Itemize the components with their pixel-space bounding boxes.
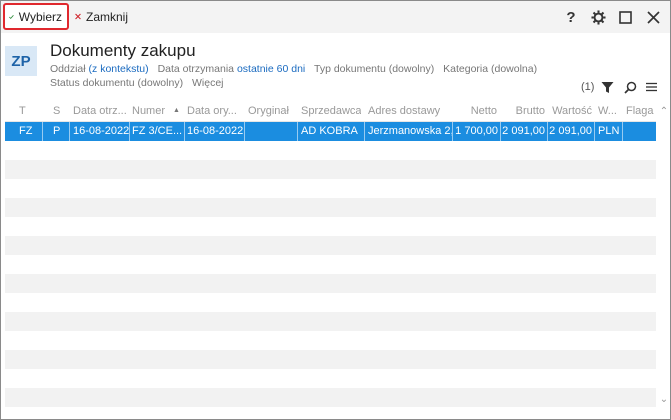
filter-receipt-date-value[interactable]: ostatnie 60 dni — [237, 63, 305, 75]
cell-value: 2 091,00 — [549, 125, 592, 137]
cell-gross: 2 091,00 — [502, 125, 545, 137]
cell-type: FZ — [19, 125, 33, 137]
sort-ascending-icon: ▲ — [173, 107, 180, 114]
menu-icon[interactable] — [646, 79, 657, 95]
gear-icon[interactable] — [588, 7, 608, 27]
filters-line-1: Oddział (z kontekstu) Data otrzymania os… — [50, 63, 537, 75]
column-header-status[interactable]: S — [53, 105, 65, 117]
close-icon[interactable] — [643, 7, 663, 27]
column-header-flag[interactable]: Flaga — [626, 105, 656, 117]
column-header-type[interactable]: T — [19, 105, 31, 117]
filter-category[interactable]: Kategoria (dowolna) — [443, 63, 537, 75]
search-icon[interactable] — [624, 79, 637, 95]
filter-icon[interactable] — [601, 79, 614, 95]
column-header-gross[interactable]: Brutto — [505, 105, 545, 117]
toolbar: Wybierz Zamknij ? — [1, 1, 670, 33]
scroll-up-arrow[interactable]: ⌃ — [658, 105, 670, 117]
column-header-seller[interactable]: Sprzedawca — [301, 105, 361, 117]
filter-branch-label: Oddział — [50, 63, 86, 75]
column-header-original-date[interactable]: Data ory... — [187, 105, 243, 117]
document-picker-window: Wybierz Zamknij ? ZP Dokumenty zakupu Od… — [0, 0, 671, 420]
select-button[interactable]: Wybierz — [3, 3, 69, 30]
column-header-number[interactable]: Numer — [132, 105, 172, 117]
cell-seller: AD KOBRA — [301, 125, 358, 137]
filter-document-type[interactable]: Typ dokumentu (dowolny) — [314, 63, 434, 75]
filter-document-status[interactable]: Status dokumentu (dowolny) — [50, 77, 183, 89]
cell-currency: PLN — [598, 125, 620, 137]
empty-rows — [5, 141, 656, 407]
column-header-receipt-date[interactable]: Data otrz... — [73, 105, 129, 117]
column-header-original[interactable]: Oryginał — [248, 105, 296, 117]
maximize-icon[interactable] — [615, 7, 635, 27]
cell-status: P — [53, 125, 61, 137]
cross-icon — [75, 13, 81, 20]
help-icon[interactable]: ? — [561, 7, 581, 27]
table-row[interactable]: FZ P 16-08-2022 FZ 3/CE... 16-08-2022 AD… — [5, 122, 656, 141]
select-button-label: Wybierz — [18, 9, 62, 24]
column-header-net[interactable]: Netto — [457, 105, 497, 117]
filter-branch-value[interactable]: (z kontekstu) — [89, 63, 149, 75]
filter-count: (1) — [581, 81, 595, 93]
table-header: T S Data otrz... Numer ▲ Data ory... Ory… — [5, 103, 656, 122]
column-header-currency[interactable]: W... — [598, 105, 620, 117]
cell-net: 1 700,00 — [455, 125, 498, 137]
column-header-value[interactable]: Wartość — [548, 105, 592, 117]
filters-line-2: Status dokumentu (dowolny) Więcej — [50, 77, 224, 89]
scroll-down-arrow[interactable]: ⌄ — [658, 393, 670, 405]
close-button-label: Zamknij — [85, 9, 128, 24]
check-icon — [9, 14, 14, 19]
documents-table: T S Data otrz... Numer ▲ Data ory... Ory… — [5, 103, 656, 407]
filter-more[interactable]: Więcej — [192, 77, 224, 89]
cell-original-date: 16-08-2022 — [187, 125, 243, 137]
cell-receipt-date: 16-08-2022 — [73, 125, 129, 137]
close-button[interactable]: Zamknij — [71, 3, 133, 30]
column-header-delivery-address[interactable]: Adres dostawy — [368, 105, 444, 117]
page-title: Dokumenty zakupu — [50, 41, 196, 60]
filter-receipt-date-label: Data otrzymania — [157, 63, 235, 75]
cell-delivery-address: Jerzmanowska 2,... — [368, 125, 452, 137]
document-type-badge: ZP — [5, 46, 37, 76]
cell-number: FZ 3/CE... — [132, 125, 183, 137]
